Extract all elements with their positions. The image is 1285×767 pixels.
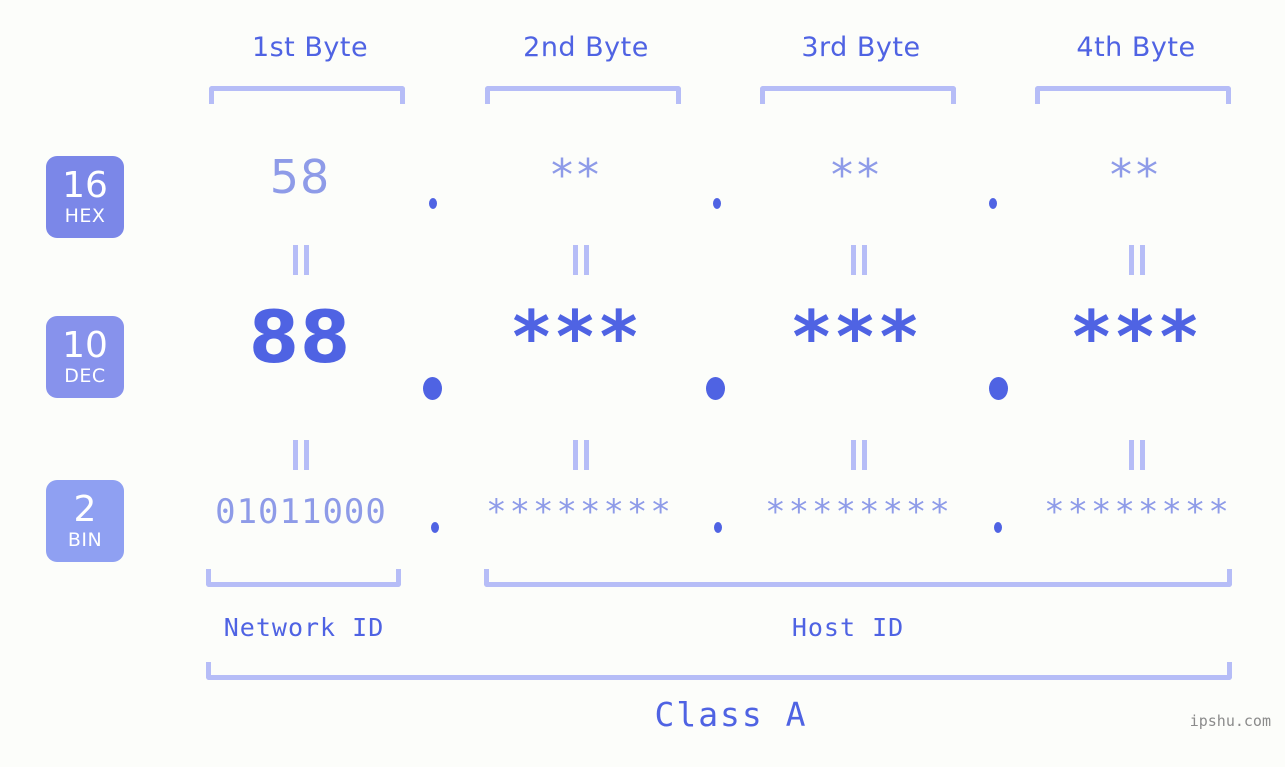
byte-bracket-4 bbox=[1035, 86, 1231, 104]
hex-byte-1: 58 bbox=[269, 150, 331, 204]
byte-bracket-2 bbox=[485, 86, 681, 104]
equality-mark-dec-bin-2 bbox=[570, 440, 592, 470]
host-id-label: Host ID bbox=[791, 613, 905, 642]
hex-separator-dot-2 bbox=[713, 198, 721, 209]
bin-byte-1: 01011000 bbox=[215, 492, 387, 532]
byte-bracket-3 bbox=[760, 86, 956, 104]
equality-bar bbox=[851, 440, 856, 470]
equality-bar bbox=[1140, 245, 1145, 275]
dec-separator-dot-2 bbox=[706, 377, 725, 400]
bin-separator-dot-1 bbox=[431, 522, 439, 533]
byte-header-2: 2nd Byte bbox=[523, 32, 649, 63]
equality-mark-hex-dec-2 bbox=[570, 245, 592, 275]
equality-bar bbox=[1129, 440, 1134, 470]
byte-bracket-1 bbox=[209, 86, 405, 104]
base-badge-bin-radix: 2 bbox=[73, 489, 97, 530]
equality-bar bbox=[862, 440, 867, 470]
base-badge-bin: 2 BIN bbox=[46, 480, 124, 562]
equality-mark-hex-dec-3 bbox=[848, 245, 870, 275]
hex-separator-dot-3 bbox=[989, 198, 997, 209]
dec-byte-4: *** bbox=[1072, 295, 1204, 379]
bin-separator-dot-3 bbox=[994, 522, 1002, 533]
ip-address-diagram: 1st Byte 2nd Byte 3rd Byte 4th Byte 16 H… bbox=[0, 0, 1285, 767]
equality-bar bbox=[584, 245, 589, 275]
dec-byte-3: *** bbox=[792, 295, 924, 379]
equality-mark-dec-bin-4 bbox=[1126, 440, 1148, 470]
base-badge-dec-name: DEC bbox=[64, 365, 106, 387]
network-id-bracket bbox=[206, 569, 401, 587]
byte-header-4: 4th Byte bbox=[1076, 32, 1196, 63]
equality-bar bbox=[584, 440, 589, 470]
bin-byte-3: ******** bbox=[765, 492, 953, 532]
base-badge-hex-name: HEX bbox=[64, 205, 106, 227]
bin-byte-2: ******** bbox=[486, 492, 674, 532]
equality-mark-dec-bin-3 bbox=[848, 440, 870, 470]
equality-bar bbox=[573, 245, 578, 275]
equality-bar bbox=[293, 440, 298, 470]
hex-byte-2: ** bbox=[551, 150, 603, 201]
equality-bar bbox=[862, 245, 867, 275]
byte-header-3: 3rd Byte bbox=[801, 32, 921, 63]
host-id-bracket bbox=[484, 569, 1232, 587]
bin-separator-dot-2 bbox=[714, 522, 722, 533]
equality-mark-dec-bin-1 bbox=[290, 440, 312, 470]
network-id-label: Network ID bbox=[223, 613, 385, 642]
equality-bar bbox=[573, 440, 578, 470]
equality-bar bbox=[1129, 245, 1134, 275]
hex-separator-dot-1 bbox=[429, 198, 437, 209]
equality-bar bbox=[851, 245, 856, 275]
equality-mark-hex-dec-4 bbox=[1126, 245, 1148, 275]
dec-separator-dot-3 bbox=[989, 377, 1008, 400]
equality-bar bbox=[304, 245, 309, 275]
dec-byte-1: 88 bbox=[248, 295, 352, 379]
equality-mark-hex-dec-1 bbox=[290, 245, 312, 275]
base-badge-dec-radix: 10 bbox=[62, 325, 108, 366]
equality-bar bbox=[293, 245, 298, 275]
hex-byte-3: ** bbox=[831, 150, 883, 201]
equality-bar bbox=[304, 440, 309, 470]
hex-byte-4: ** bbox=[1110, 150, 1162, 201]
bin-byte-4: ******** bbox=[1044, 492, 1232, 532]
base-badge-bin-name: BIN bbox=[67, 529, 103, 551]
base-badge-hex: 16 HEX bbox=[46, 156, 124, 238]
byte-header-1: 1st Byte bbox=[251, 32, 369, 63]
base-badge-hex-radix: 16 bbox=[62, 165, 108, 206]
class-bracket bbox=[206, 662, 1232, 680]
site-watermark: ipshu.com bbox=[1189, 712, 1271, 730]
equality-bar bbox=[1140, 440, 1145, 470]
base-badge-dec: 10 DEC bbox=[46, 316, 124, 398]
dec-byte-2: *** bbox=[512, 295, 644, 379]
class-label: Class A bbox=[654, 695, 808, 734]
dec-separator-dot-1 bbox=[423, 377, 442, 400]
